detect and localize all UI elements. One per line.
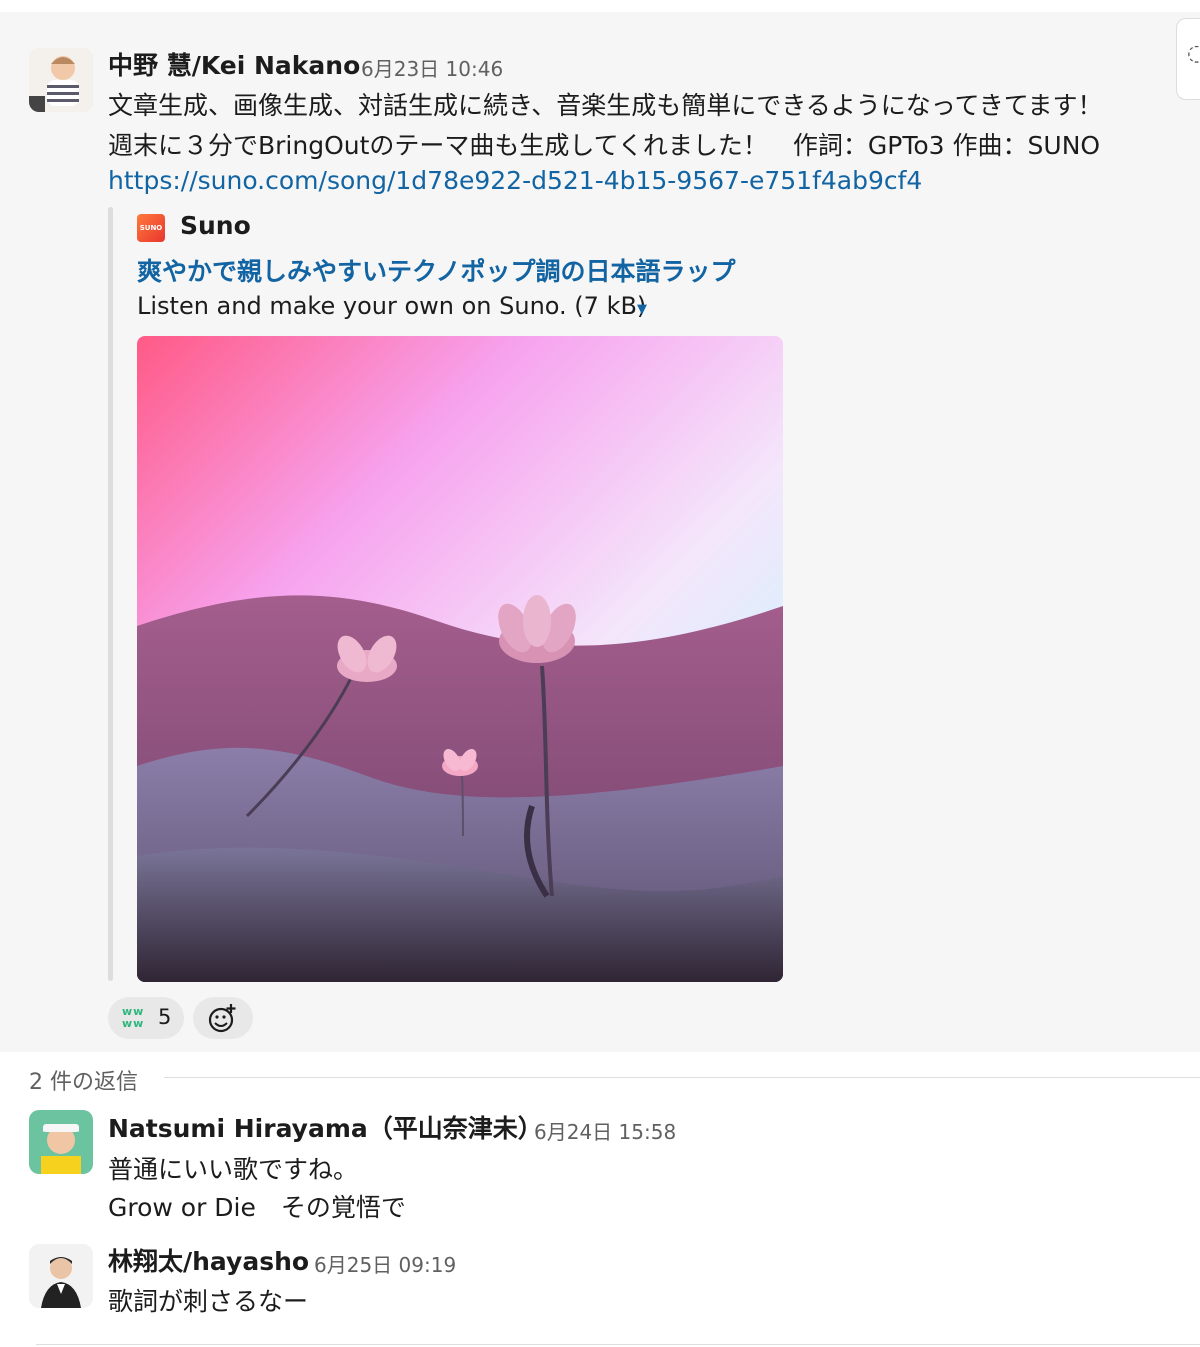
message-text-line-2: 週末に３分でBringOutのテーマ曲も生成してくれました！ 作詞：GPTo3 … — [108, 131, 1101, 160]
unfurl-title-link[interactable]: 爽やかで親しみやすいテクノポップ調の日本語ラップ — [137, 252, 736, 288]
reaction-count: 5 — [158, 1005, 172, 1029]
unfurl-site-name: Suno — [180, 211, 251, 240]
thread-replies-label[interactable]: 2 件の返信 — [29, 1064, 138, 1096]
reply-timestamp[interactable]: 6月25日 09:19 — [314, 1249, 456, 1278]
baby-photo-icon — [29, 48, 93, 112]
add-reaction-button[interactable] — [193, 997, 253, 1039]
avatar-kei-nakano[interactable] — [29, 48, 93, 112]
reply-timestamp[interactable]: 6月24日 15:58 — [534, 1116, 676, 1145]
message-timestamp[interactable]: 6月23日 10:46 — [361, 53, 503, 82]
avatar-hayasho[interactable] — [29, 1244, 93, 1308]
reply-text-line-2: Grow or Die その覚悟で — [108, 1193, 406, 1222]
unfurl-accent-bar — [108, 207, 113, 981]
unfurl-description: Listen and make your own on Suno. (7 kB) — [137, 292, 647, 320]
bottom-divider — [36, 1344, 1200, 1345]
suno-logo-icon: SUNO — [137, 214, 165, 242]
message-actions-toolbar[interactable]: ◌ — [1176, 18, 1200, 100]
reply-author-name[interactable]: Natsumi Hirayama（平山奈津未） — [108, 1109, 543, 1145]
grass-emoji-icon: ww ww — [122, 1005, 145, 1030]
thread-divider — [164, 1077, 1200, 1078]
message-text-line-1: 文章生成、画像生成、対話生成に続き、音楽生成も簡単にできるようになってきてます！ — [108, 91, 1103, 120]
reply-author-name[interactable]: 林翔太/hayasho — [108, 1242, 309, 1278]
reply-text-line-1: 普通にいい歌ですね。 — [108, 1155, 359, 1184]
add-reaction-icon — [208, 1004, 236, 1033]
toolbar-icon[interactable]: ◌ — [1187, 41, 1200, 66]
caret-down-icon[interactable]: ▼ — [637, 302, 647, 317]
reaction-ww[interactable]: ww ww 5 — [108, 997, 184, 1039]
song-cover-image[interactable] — [137, 336, 783, 982]
author-name[interactable]: 中野 慧/Kei Nakano — [108, 46, 360, 82]
reply-text-line-1: 歌詞が刺さるなー — [108, 1287, 309, 1316]
avatar-natsumi-hirayama[interactable] — [29, 1110, 93, 1174]
song-link[interactable]: https://suno.com/song/1d78e922-d521-4b15… — [108, 166, 922, 195]
top-strip — [0, 0, 1200, 12]
